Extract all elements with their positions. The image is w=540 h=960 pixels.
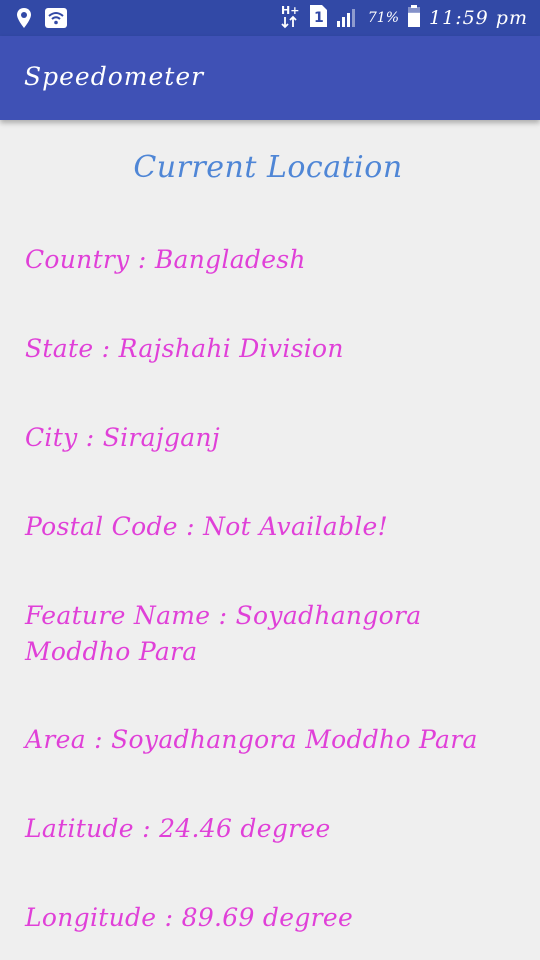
postal-code-text: Postal Code : Not Available! (25, 512, 389, 541)
status-bar-left (16, 7, 68, 33)
app-bar: Speedometer (0, 36, 540, 120)
main-content: Current Location Country : Bangladesh St… (0, 120, 540, 960)
location-icon (16, 7, 32, 33)
wifi-icon (44, 7, 68, 33)
app-title: Speedometer (24, 62, 205, 91)
longitude-text: Longitude : 89.69 degree (25, 903, 354, 932)
network-label: H+ (281, 4, 299, 17)
battery-icon (407, 4, 421, 32)
page-heading: Current Location (133, 150, 403, 185)
status-time: 11:59 pm (429, 7, 528, 29)
area-text: Area : Soyadhangora Moddho Para (25, 725, 478, 754)
city-text: City : Sirajganj (25, 423, 220, 452)
latitude-text: Latitude : 24.46 degree (25, 814, 331, 843)
state-text: State : Rajshahi Division (25, 334, 344, 363)
feature-name-text: Feature Name : Soyadhangora Moddho Para (25, 601, 422, 666)
battery-percent: 71% (367, 10, 400, 26)
status-bar-right: H+ 1 71% 11:59 pm (280, 4, 528, 32)
signal-icon (336, 4, 360, 32)
network-icon: H+ (280, 3, 300, 33)
sim-label: 1 (314, 10, 324, 26)
status-bar: H+ 1 71% 11:59 pm (0, 0, 540, 36)
country-text: Country : Bangladesh (25, 245, 306, 274)
sim-icon: 1 (308, 4, 328, 32)
